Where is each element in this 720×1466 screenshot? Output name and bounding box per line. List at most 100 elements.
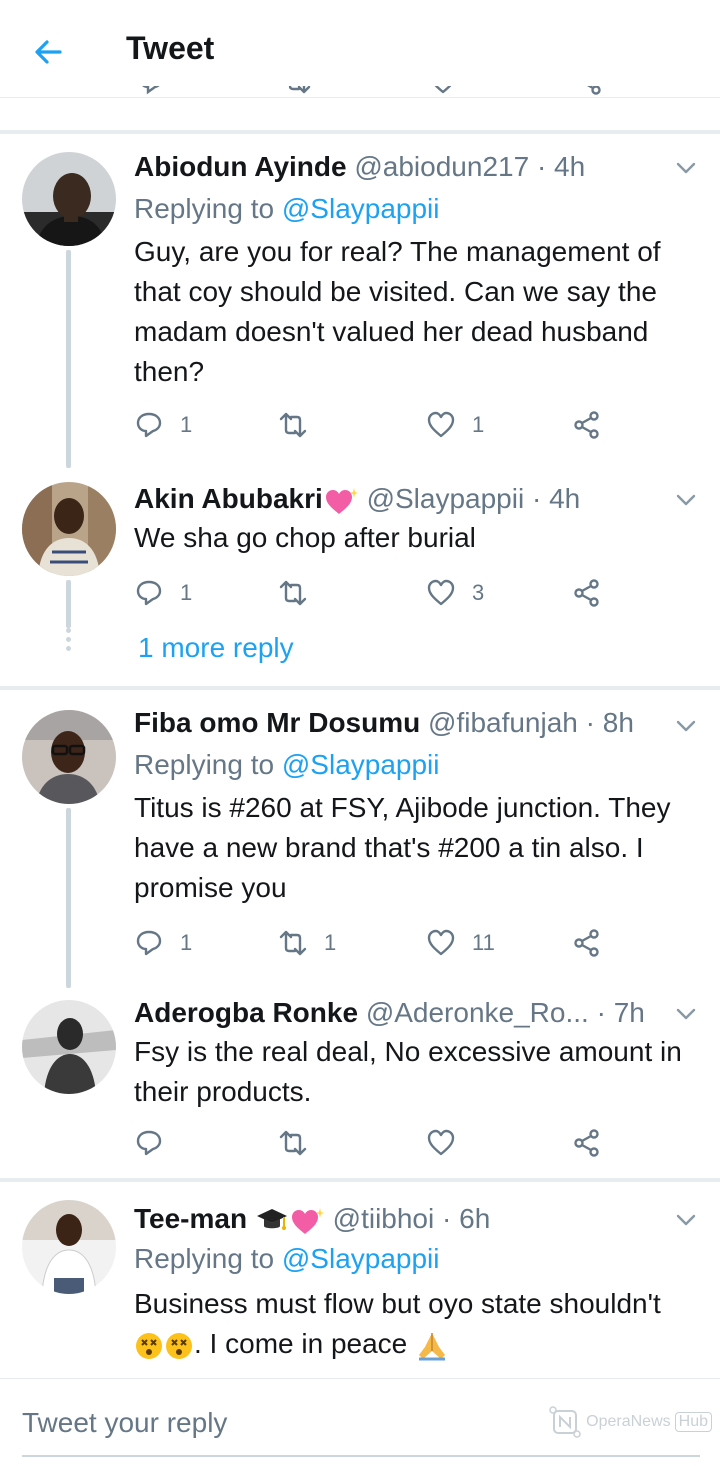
chevron-down-icon[interactable] <box>672 486 700 514</box>
retweet-icon <box>279 412 307 438</box>
author-handle[interactable]: @Slaypappii <box>367 483 525 514</box>
mention-link[interactable]: @Slaypappii <box>282 1243 440 1274</box>
retweet-button[interactable] <box>278 576 324 610</box>
avatar[interactable] <box>22 1200 116 1294</box>
watermark: OperaNews Hub <box>548 1405 712 1439</box>
retweet-button[interactable] <box>278 408 324 442</box>
author-handle[interactable]: @Aderonke_Ro... <box>366 997 589 1028</box>
share-button[interactable] <box>572 408 602 442</box>
tweet-text: Guy, are you for real? The management of… <box>134 236 661 387</box>
retweet-button[interactable] <box>278 1126 324 1160</box>
input-underline <box>22 1455 700 1457</box>
like-count: 1 <box>472 412 485 437</box>
author-name[interactable]: Tee-man <box>134 1203 247 1234</box>
tweet-text: Fsy is the real deal, No excessive amoun… <box>134 1036 682 1107</box>
like-button[interactable]: 3 <box>426 576 484 610</box>
tweet-actions: 1 3 <box>134 576 614 610</box>
author-handle[interactable]: @fibafunjah <box>428 707 578 738</box>
avatar[interactable] <box>22 152 116 246</box>
graduation-cap-icon <box>256 1208 287 1230</box>
thread-line <box>66 250 71 468</box>
chevron-down-icon[interactable] <box>672 712 700 740</box>
tweet-time: · 6h <box>442 1203 491 1234</box>
tweet-text: Business must flow but oyo state shouldn… <box>134 1288 661 1361</box>
reply-button[interactable] <box>134 1126 180 1160</box>
author-name[interactable]: Abiodun Ayinde <box>134 151 347 182</box>
reply-count: 1 <box>180 580 193 605</box>
sparkling-heart-icon <box>291 1207 324 1234</box>
like-button[interactable]: 1 <box>426 408 484 442</box>
replying-to: Replying to @Slaypappii <box>134 193 440 224</box>
reply-button[interactable]: 1 <box>134 408 192 442</box>
reply-button[interactable]: 1 <box>134 576 192 610</box>
thread-line <box>66 580 71 628</box>
retweet-icon <box>288 86 311 94</box>
tweet-actions <box>134 1126 614 1160</box>
previous-tweet-actions-peek <box>0 86 720 98</box>
like-icon <box>427 1129 455 1156</box>
replying-to: Replying to @Slaypappii <box>134 1243 440 1274</box>
chevron-down-icon[interactable] <box>672 1206 700 1234</box>
tweet-text: We sha go chop after burial <box>134 522 476 553</box>
retweet-button[interactable]: 1 <box>278 926 336 960</box>
reply-icon <box>136 580 162 606</box>
retweet-icon <box>279 580 307 606</box>
share-icon <box>574 1129 599 1157</box>
share-icon <box>586 86 601 95</box>
thread-line <box>66 808 71 988</box>
author-handle[interactable]: @tiibhoi <box>333 1203 435 1234</box>
share-icon <box>574 929 599 957</box>
author-name[interactable]: Fiba omo Mr Dosumu <box>134 707 420 738</box>
replying-to: Replying to @Slaypappii <box>134 749 440 780</box>
reply-input[interactable]: Tweet your reply <box>22 1407 227 1439</box>
author-name[interactable]: Aderogba Ronke <box>134 997 358 1028</box>
tweet-actions: 1 1 <box>134 408 614 442</box>
reply-icon <box>136 1130 162 1156</box>
page-title: Tweet <box>126 30 215 66</box>
reply-count: 1 <box>180 412 193 437</box>
thread-divider <box>0 1178 720 1182</box>
like-count: 11 <box>472 930 495 955</box>
thread-divider <box>0 130 720 134</box>
tweet-time: · 7h <box>596 997 645 1028</box>
retweet-icon <box>279 1130 307 1156</box>
dizzy-face-icon <box>136 1332 162 1359</box>
mention-link[interactable]: @Slaypappii <box>282 749 440 780</box>
back-arrow-icon <box>35 40 62 64</box>
like-icon <box>427 411 455 438</box>
like-icon <box>427 929 455 956</box>
tweet-time: · 4h <box>531 483 581 514</box>
tweet-text: Titus is #260 at FSY, Ajibode junction. … <box>134 792 671 903</box>
avatar[interactable] <box>22 1000 116 1094</box>
avatar[interactable] <box>22 482 116 576</box>
like-icon <box>427 579 455 606</box>
sparkling-heart-icon <box>325 487 358 514</box>
chevron-down-icon[interactable] <box>672 1000 700 1028</box>
like-icon <box>434 86 452 94</box>
chevron-down-icon[interactable] <box>672 154 700 182</box>
reply-count: 1 <box>180 930 193 955</box>
more-replies-link[interactable]: 1 more reply <box>138 632 294 664</box>
reply-icon <box>136 412 162 438</box>
like-button[interactable]: 11 <box>426 926 495 960</box>
reply-composer: Tweet your reply OperaNews Hub <box>0 1378 720 1466</box>
share-icon <box>574 579 599 607</box>
mention-link[interactable]: @Slaypappii <box>282 193 440 224</box>
back-button[interactable] <box>24 28 72 76</box>
author-name[interactable]: Akin Abubakri <box>134 483 323 514</box>
share-button[interactable] <box>572 926 602 960</box>
tweet-time: · 4h <box>536 151 586 182</box>
avatar[interactable] <box>22 710 116 804</box>
like-button[interactable] <box>426 1126 472 1160</box>
operanews-logo-icon <box>549 1406 581 1438</box>
share-button[interactable] <box>572 1126 602 1160</box>
retweet-count: 1 <box>324 930 337 955</box>
reply-button[interactable]: 1 <box>134 926 192 960</box>
share-button[interactable] <box>572 576 602 610</box>
reply-icon <box>141 86 160 95</box>
author-handle[interactable]: @abiodun217 <box>354 151 529 182</box>
reply-icon <box>136 930 162 956</box>
retweet-icon <box>279 930 307 956</box>
thread-dots <box>66 628 71 655</box>
folded-hands-icon <box>419 1332 446 1361</box>
